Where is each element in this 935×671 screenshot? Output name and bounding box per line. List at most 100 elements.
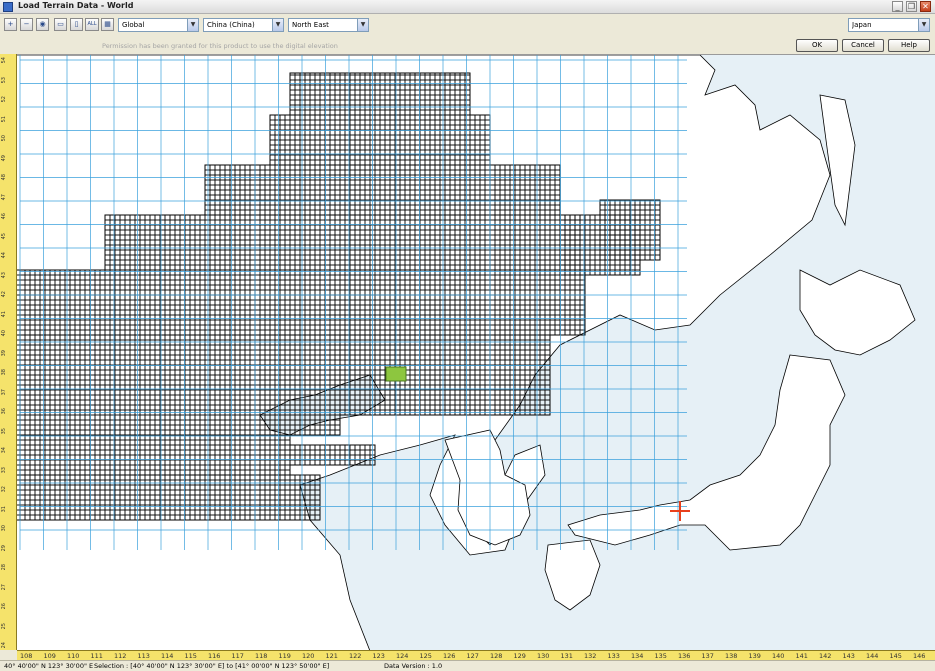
latitude-tick-label: 45 [1,232,7,239]
latitude-tick-label: 35 [1,427,7,434]
latitude-tick-label: 53 [1,76,7,83]
longitude-tick-label: 121 [325,652,338,660]
longitude-tick-label: 143 [842,652,855,660]
longitude-tick-label: 112 [114,652,127,660]
latitude-tick-label: 51 [1,115,7,122]
grid-button[interactable]: ▦ [101,18,114,31]
chevron-down-icon: ▼ [357,19,368,31]
longitude-tick-label: 145 [889,652,902,660]
latitude-tick-label: 48 [1,174,7,181]
latitude-tick-label: 32 [1,486,7,493]
latitude-tick-label: 40 [1,330,7,337]
longitude-tick-label: 109 [43,652,56,660]
chevron-down-icon: ▼ [918,19,929,31]
selected-tile[interactable] [385,366,407,382]
select-single-button[interactable]: ▯ [70,18,83,31]
tile-block[interactable] [204,164,561,216]
tile-block[interactable] [14,269,586,336]
select-rect-button[interactable]: ▭ [54,18,67,31]
latitude-tick-label: 26 [1,603,7,610]
tile-block[interactable] [14,474,321,521]
tile-block[interactable] [269,114,491,166]
latitude-tick-label: 36 [1,408,7,415]
longitude-tick-label: 119 [278,652,291,660]
latitude-tick-label: 33 [1,466,7,473]
map-canvas[interactable] [0,54,935,650]
longitude-tick-label: 146 [913,652,926,660]
country-dropdown[interactable]: China (China) ▼ [203,18,284,32]
chevron-down-icon: ▼ [272,19,283,31]
latitude-tick-label: 47 [1,193,7,200]
longitude-ruler: 108 109 110 111 112 113 114 115 116 117 118 119 120 1… [17,650,935,660]
longitude-tick-label: 110 [67,652,80,660]
longitude-tick-label: 144 [866,652,879,660]
tile-block[interactable] [14,434,291,476]
longitude-tick-label: 118 [255,652,268,660]
zoom-out-button[interactable]: − [20,18,33,31]
longitude-tick-label: 139 [748,652,761,660]
latitude-tick-label: 43 [1,271,7,278]
region-dropdown[interactable]: Global ▼ [118,18,199,32]
latitude-tick-label: 52 [1,96,7,103]
status-bar: 40° 40'00" N 123° 30'00" E Selection : [… [0,660,935,671]
latitude-tick-label: 41 [1,310,7,317]
restore-button[interactable]: ❐ [906,1,917,12]
longitude-tick-label: 128 [490,652,503,660]
longitude-tick-label: 114 [161,652,174,660]
longitude-tick-label: 134 [631,652,644,660]
longitude-tick-label: 140 [772,652,785,660]
latitude-tick-label: 46 [1,213,7,220]
longitude-tick-label: 142 [819,652,832,660]
latitude-tick-label: 27 [1,583,7,590]
latitude-tick-label: 28 [1,564,7,571]
zoom-fit-button[interactable]: ◉ [36,18,49,31]
close-button[interactable]: ✕ [920,1,931,12]
latitude-tick-label: 31 [1,505,7,512]
minimize-button[interactable]: _ [892,1,903,12]
latitude-tick-label: 24 [1,642,7,649]
country-right-dropdown[interactable]: Japan ▼ [848,18,930,32]
select-all-button[interactable]: ALL [85,18,99,31]
load-terrain-window: Load Terrain Data - World _ ❐ ✕ + − ◉ ▭ … [0,0,935,671]
tile-block[interactable] [104,214,581,271]
longitude-tick-label: 136 [678,652,691,660]
help-button[interactable]: Help [888,39,930,52]
title-bar[interactable]: Load Terrain Data - World _ ❐ ✕ [0,0,935,14]
latitude-tick-label: 30 [1,525,7,532]
longitude-tick-label: 137 [701,652,714,660]
longitude-tick-label: 141 [795,652,808,660]
longitude-tick-label: 124 [396,652,409,660]
latitude-ruler: 54 53 52 51 50 49 48 47 46 45 44 43 42 41 40 39 38 37 36 35… [0,54,17,650]
longitude-tick-label: 126 [443,652,456,660]
latitude-tick-label: 54 [1,57,7,64]
terrain-map[interactable] [0,55,935,650]
latitude-tick-label: 42 [1,291,7,298]
longitude-tick-label: 132 [584,652,597,660]
tile-block[interactable] [289,444,376,466]
latitude-tick-label: 39 [1,349,7,356]
longitude-tick-label: 116 [208,652,221,660]
toolbar: + − ◉ ▭ ▯ ALL ▦ Global ▼ China (China) ▼… [0,15,935,37]
longitude-tick-label: 129 [513,652,526,660]
cancel-button[interactable]: Cancel [842,39,884,52]
ok-button[interactable]: OK [796,39,838,52]
latitude-tick-label: 50 [1,135,7,142]
tile-block[interactable] [339,334,551,416]
longitude-tick-label: 135 [654,652,667,660]
permission-notice: Permission has been granted for this pro… [102,42,338,50]
longitude-tick-label: 120 [302,652,315,660]
tile-block[interactable] [14,334,341,436]
latitude-tick-label: 44 [1,252,7,259]
chevron-down-icon: ▼ [187,19,198,31]
longitude-tick-label: 115 [184,652,197,660]
latitude-tick-label: 37 [1,388,7,395]
cursor-coordinates: 40° 40'00" N 123° 30'00" E [4,662,94,670]
area-dropdown[interactable]: North East ▼ [288,18,369,32]
longitude-tick-label: 123 [372,652,385,660]
longitude-tick-label: 138 [725,652,738,660]
longitude-tick-label: 117 [231,652,244,660]
longitude-tick-label: 131 [560,652,573,660]
longitude-tick-label: 122 [349,652,362,660]
longitude-tick-label: 113 [137,652,150,660]
zoom-in-button[interactable]: + [4,18,17,31]
